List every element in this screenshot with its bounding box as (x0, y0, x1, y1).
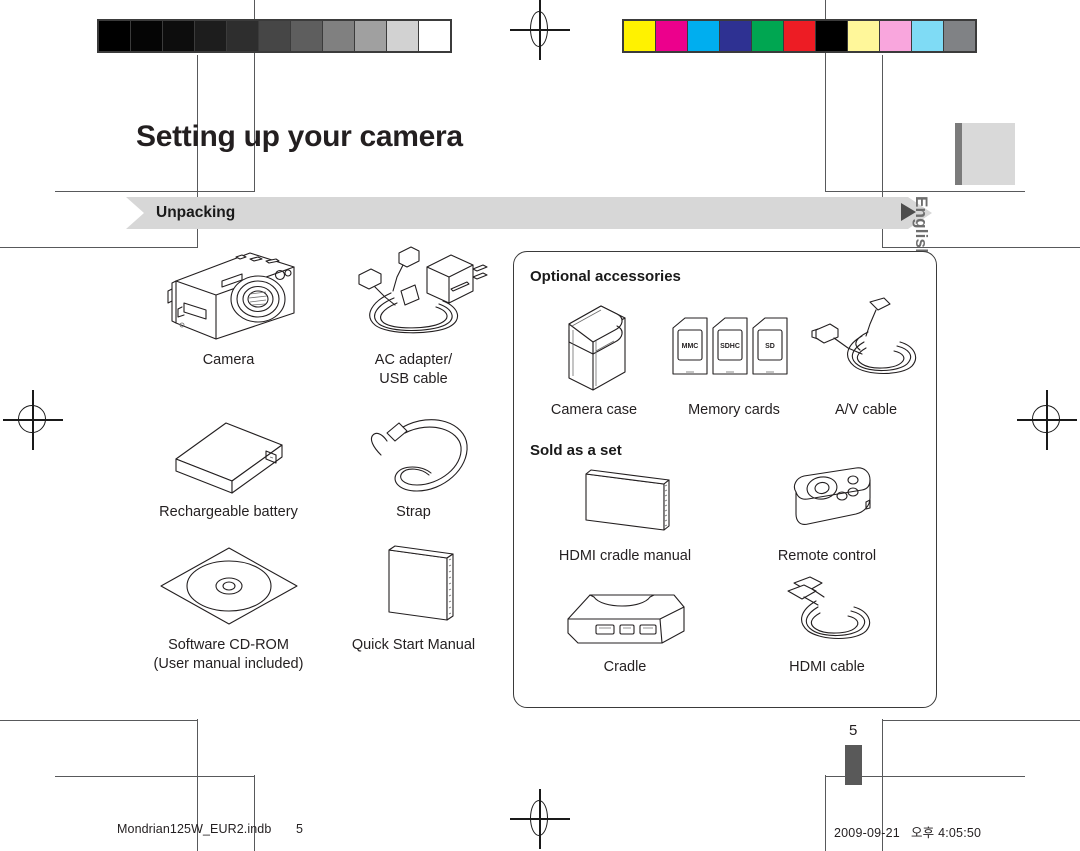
grayscale-swatch-2 (163, 21, 194, 51)
cd-rom-icon (154, 540, 304, 632)
crop-mark-line (0, 720, 198, 721)
set-item: HDMI cradle manual (524, 464, 726, 565)
crop-mark-line (55, 191, 255, 192)
unpacking-row: Rechargeable battery Strap (136, 407, 506, 522)
unpacking-item: Strap (321, 407, 506, 522)
strap-icon (339, 407, 489, 499)
color-swatch-9 (912, 21, 943, 51)
unpacking-row: Camera AC adapter/ USB cable (136, 243, 506, 389)
unpacking-item: AC adapter/USB cable (321, 243, 506, 389)
unpacking-item: Quick Start Manual (321, 540, 506, 674)
section-title: Unpacking (156, 204, 236, 221)
grayscale-calibration-bar (97, 19, 452, 53)
color-swatch-1 (656, 21, 687, 51)
page-title: Setting up your camera (136, 120, 463, 153)
hdmi-cable-icon (752, 575, 902, 653)
memory-card-label: SDHC (720, 343, 740, 350)
unpacking-row: Software CD-ROM (User manual included) Qu… (136, 540, 506, 674)
optional-accessories-heading: Optional accessories (530, 268, 681, 285)
color-calibration-bar (622, 19, 977, 53)
grayscale-swatch-1 (131, 21, 162, 51)
crop-mark-line (254, 775, 255, 851)
unpacking-item-caption: Strap (396, 504, 431, 520)
cradle-icon (550, 575, 700, 653)
grayscale-swatch-10 (419, 21, 450, 51)
section-bar-shape (126, 197, 932, 229)
set-item-caption: HDMI cable (789, 659, 865, 675)
accessories-panel: Optional accessories Camera case MMC SDH… (513, 251, 937, 708)
footer-filename: Mondrian125W_EUR2.indb (117, 822, 272, 836)
page-marker-bar (845, 745, 862, 785)
footer-timestamp: 2009-09-21 오후 4:05:50 (834, 822, 981, 841)
grayscale-swatch-9 (387, 21, 418, 51)
unpacking-item: Camera (136, 243, 321, 389)
grayscale-swatch-8 (355, 21, 386, 51)
color-swatch-8 (880, 21, 911, 51)
footer-time-text: 4:05:50 (938, 826, 982, 840)
hdmi-cradle-manual-icon (550, 464, 700, 542)
unpacking-item-caption: Quick Start Manual (351, 637, 476, 653)
accessory-item: MMC SDHC SD Memory cards (664, 296, 804, 419)
unpacking-item: Rechargeable battery (136, 407, 321, 522)
sold-as-a-set-heading: Sold as a set (530, 442, 622, 459)
remote-control-icon (752, 464, 902, 542)
registration-mark (510, 789, 570, 849)
set-item: HDMI cable (726, 575, 928, 676)
unpacking-item-caption: Rechargeable battery (159, 504, 298, 520)
grayscale-swatch-6 (291, 21, 322, 51)
unpacking-item-caption: AC adapter/USB cable (374, 352, 453, 387)
manual-icon (339, 540, 489, 632)
set-item-caption: Remote control (777, 548, 877, 564)
page-number: 5 (849, 722, 858, 739)
accessory-caption: Camera case (550, 402, 638, 418)
registration-mark (3, 390, 63, 450)
footer-date-text: 2009-09-21 (834, 826, 900, 840)
accessory-item: Camera case (524, 296, 664, 419)
sold-as-a-set-grid: HDMI cradle manual Remote control Cradle… (524, 464, 928, 686)
footer-meridiem-text: 오후 (910, 826, 935, 840)
unpacking-items-grid: Camera AC adapter/ USB cable Rechargeabl… (136, 243, 506, 674)
accessory-caption: A/V cable (834, 402, 898, 418)
crop-mark-line (55, 776, 255, 777)
color-swatch-0 (624, 21, 655, 51)
crop-mark-line (825, 775, 826, 851)
grayscale-swatch-4 (227, 21, 258, 51)
unpacking-item: Software CD-ROM (User manual included) (136, 540, 321, 674)
color-swatch-5 (784, 21, 815, 51)
memory-card-label: SD (765, 343, 775, 350)
color-swatch-4 (752, 21, 783, 51)
section-header-bar: Unpacking (126, 197, 932, 229)
ac-adapter-usb-cable-icon (339, 243, 489, 347)
registration-mark (510, 0, 570, 60)
camera-icon (154, 243, 304, 347)
language-tab (955, 123, 1015, 185)
crop-mark-line (882, 720, 1080, 721)
memory-cards-icon: MMC SDHC SD (667, 296, 801, 396)
color-swatch-2 (688, 21, 719, 51)
set-item-caption: Cradle (603, 659, 647, 675)
grayscale-swatch-5 (259, 21, 290, 51)
grayscale-swatch-7 (323, 21, 354, 51)
camera-case-icon (539, 296, 649, 396)
color-swatch-10 (944, 21, 975, 51)
memory-card-label: MMC (682, 343, 699, 350)
unpacking-item-caption: Camera (202, 352, 255, 368)
accessory-item: A/V cable (804, 296, 928, 419)
battery-icon (154, 407, 304, 499)
color-swatch-6 (816, 21, 847, 51)
set-item-caption: HDMI cradle manual (558, 548, 692, 564)
color-swatch-7 (848, 21, 879, 51)
set-item: Cradle (524, 575, 726, 676)
av-cable-icon (808, 296, 924, 396)
unpacking-item-caption: Software CD-ROM (User manual included) (153, 637, 304, 672)
registration-mark (1017, 390, 1077, 450)
set-item: Remote control (726, 464, 928, 565)
accessory-caption: Memory cards (688, 402, 780, 418)
optional-accessories-grid: Camera case MMC SDHC SD Memory cards A/V… (524, 296, 928, 419)
grayscale-swatch-3 (195, 21, 226, 51)
footer-page-number: 5 (296, 822, 303, 836)
color-swatch-3 (720, 21, 751, 51)
grayscale-swatch-0 (99, 21, 130, 51)
crop-mark-line (825, 191, 1025, 192)
